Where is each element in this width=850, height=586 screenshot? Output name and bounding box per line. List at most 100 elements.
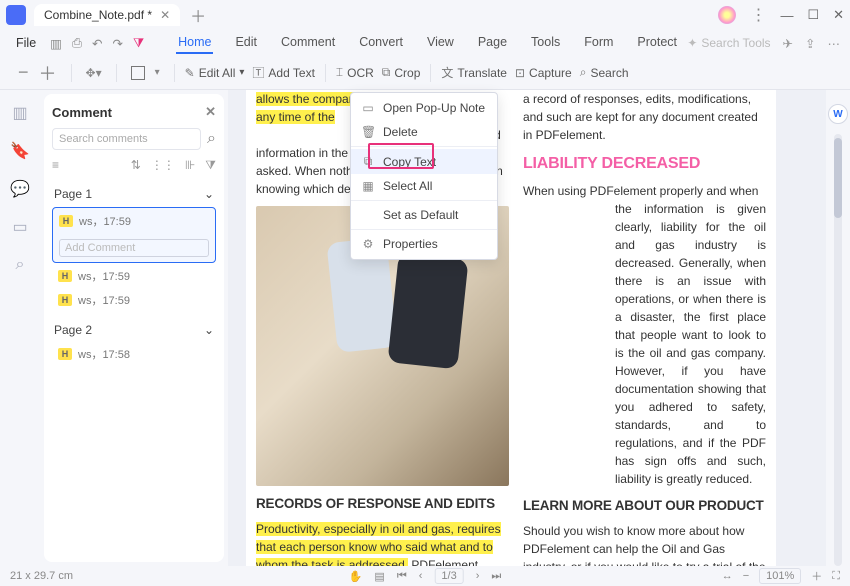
highlight-icon: H [58,294,72,306]
comment-item[interactable]: H ws，17:59 [52,265,216,287]
layout-icon[interactable]: ▤ [374,570,384,583]
export-word-icon[interactable]: W [828,104,848,124]
edit-all-label: Edit All [199,66,236,80]
document-viewport[interactable]: allows the company to access information… [228,90,826,566]
expand-all-icon[interactable]: ≡ [52,158,59,173]
tab-page[interactable]: Page [476,32,509,54]
tab-form[interactable]: Form [582,32,615,54]
add-comment-input[interactable]: Add Comment [59,239,209,257]
tab-close-icon[interactable]: ✕ [160,8,170,22]
redo-icon[interactable]: ↷ [112,36,122,51]
hand-tool-icon[interactable]: ✋ [349,570,363,583]
undo-icon[interactable]: ↶ [92,36,102,51]
tab-tools[interactable]: Tools [529,32,562,54]
page-group-2[interactable]: Page 2 ⌄ [52,319,216,341]
capture-button[interactable]: ⊡ Capture [515,66,572,80]
save-icon[interactable]: ▥ [50,36,62,51]
tab-view[interactable]: View [425,32,456,54]
ctx-label: Properties [383,237,438,251]
minimize-button[interactable]: ― [780,8,793,23]
comment-item[interactable]: H ws，17:59 [52,289,216,311]
search-button[interactable]: ⌕ Search [580,65,629,80]
comment-meta: ws，17:59 [78,268,130,284]
tab-edit[interactable]: Edit [233,32,259,54]
upload-icon[interactable]: ⇪ [805,36,815,51]
translate-button[interactable]: 文 Translate [441,64,507,81]
panel-close-icon[interactable]: ✕ [205,104,216,120]
user-avatar[interactable] [718,6,736,24]
more-icon[interactable]: ⋮ [750,5,766,25]
comments-icon[interactable]: 💬 [11,180,29,198]
prev-page-icon[interactable]: ‹ [419,570,423,582]
file-menu[interactable]: File [10,36,42,50]
edit-all-button[interactable]: ✎ Edit All ▾ [185,66,245,80]
add-text-button[interactable]: 🅃 Add Text [252,64,315,81]
ctx-label: Copy Text [383,155,436,169]
scrollbar-thumb[interactable] [834,138,842,218]
zoom-out-icon[interactable]: − [743,570,749,582]
shape-rect-icon[interactable] [131,66,145,80]
search-tools[interactable]: ✦ Search Tools [687,36,770,50]
filter-icon[interactable]: ⧩ [205,158,216,173]
app-icon [6,5,26,25]
zoom-level[interactable]: 101% [759,568,801,584]
last-page-icon[interactable]: ⏭ [491,570,501,583]
scrollbar[interactable] [834,134,842,566]
ocr-button[interactable]: ⌶ OCR [336,65,374,80]
comment-meta: ws，17:59 [79,213,131,229]
comment-item[interactable]: H ws，17:58 [52,343,216,365]
highlight-icon: H [58,270,72,282]
zoom-out-button[interactable]: − [18,62,29,83]
ctx-properties[interactable]: ⚙ Properties [351,232,497,256]
ctx-open-popup[interactable]: ▭ Open Pop-Up Note [351,96,497,120]
ctx-delete[interactable]: 🗑 Delete [351,120,497,144]
close-button[interactable]: ✕ [833,7,844,23]
send-icon[interactable]: ✈ [783,36,793,51]
ctx-select-all[interactable]: ▦ Select All [351,174,497,198]
help-icon[interactable]: ⋯ [828,36,841,51]
ctx-set-default[interactable]: Set as Default [351,203,497,227]
search-panel-icon[interactable]: ⌕ [11,256,29,274]
print-icon[interactable]: ⎙ [72,36,82,51]
new-tab-button[interactable]: ＋ [190,3,206,27]
maximize-button[interactable]: ☐ [807,7,819,23]
equalizer-icon[interactable]: ⊪ [185,158,195,173]
customize-icon[interactable]: ⧩ [133,36,144,51]
page-group-1[interactable]: Page 1 ⌄ [52,183,216,205]
comment-item-selected[interactable]: H ws，17:59 Add Comment [52,207,216,263]
document-tab[interactable]: Combine_Note.pdf * ✕ [34,4,180,26]
first-page-icon[interactable]: ⏮ [397,570,407,583]
chevron-down-icon: ⌄ [204,187,214,201]
comment-search-input[interactable]: Search comments [52,128,201,150]
search-icon[interactable]: ⌕ [207,130,216,148]
tab-title: Combine_Note.pdf * [44,8,152,22]
tab-home[interactable]: Home [176,32,213,54]
attachments-icon[interactable]: ▭ [11,218,29,236]
ctx-label: Open Pop-Up Note [383,101,485,115]
hand-icon[interactable]: ✥▾ [86,66,102,80]
page-indicator[interactable]: 1/3 [434,568,463,584]
ctx-copy-text[interactable]: ⧉ Copy Text [351,149,497,174]
highlighted-text[interactable]: any time of the [256,110,335,124]
tab-convert[interactable]: Convert [357,32,405,54]
bookmarks-icon[interactable]: 🔖 [11,142,29,160]
select-all-icon: ▦ [361,179,375,193]
trash-icon: 🗑 [361,125,375,139]
tab-protect[interactable]: Protect [635,32,679,54]
fit-width-icon[interactable]: ↔ [722,570,733,582]
chevron-down-icon: ⌄ [204,323,214,337]
sort-icon[interactable]: ⇅ [131,158,141,173]
zoom-in-button[interactable]: ＋ [39,60,57,86]
search-label: Search [590,66,628,80]
crop-button[interactable]: ⧉ Crop [382,65,421,80]
fullscreen-icon[interactable]: ⛶ [832,570,840,583]
zoom-in-icon[interactable]: ＋ [811,568,822,584]
options-icon[interactable]: ⋮⋮ [151,158,175,173]
chevron-down-icon[interactable]: ▾ [155,67,160,78]
ctx-label: Delete [383,125,418,139]
left-rail: ▥ 🔖 💬 ▭ ⌕ [0,90,40,566]
thumbnails-icon[interactable]: ▥ [11,104,29,122]
next-page-icon[interactable]: › [476,570,480,582]
capture-label: Capture [529,66,572,80]
tab-comment[interactable]: Comment [279,32,337,54]
